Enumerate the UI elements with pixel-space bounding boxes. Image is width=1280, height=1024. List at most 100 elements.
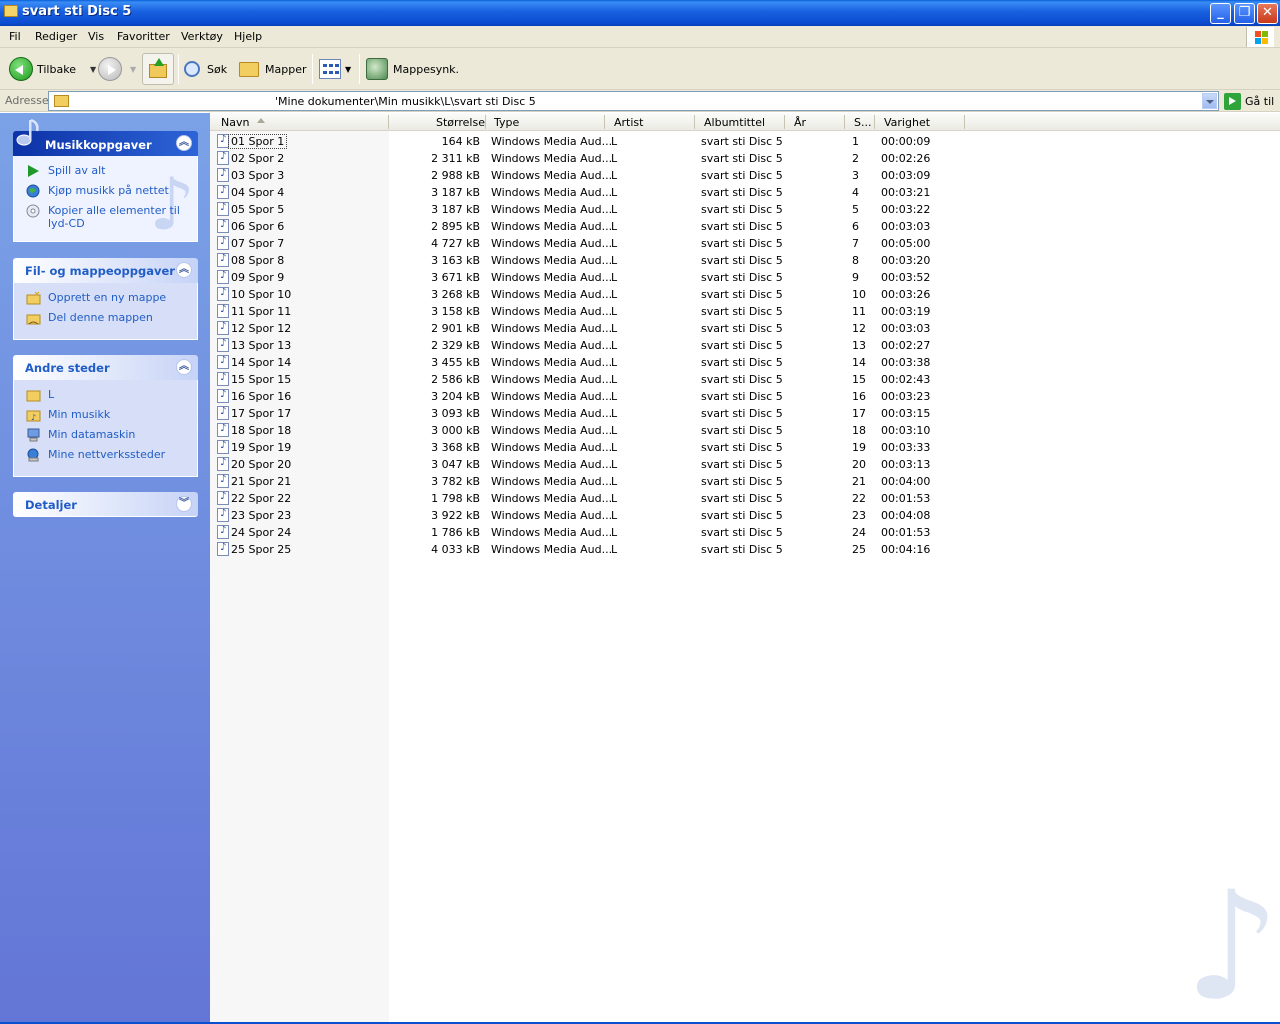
column-divider[interactable] <box>844 115 845 129</box>
back-button[interactable]: Tilbake ▼ <box>9 54 96 84</box>
file-row[interactable]: 16 Spor 16 3 204 kB Windows Media Aud...Ls… <box>210 388 970 405</box>
file-row[interactable]: 12 Spor 12 2 901 kB Windows Media Aud...Ls… <box>210 320 970 337</box>
title-bar[interactable]: svart sti Disc 5 _ ❐ ✕ <box>0 0 1280 26</box>
file-list-view[interactable]: Navn Størrelse Type Artist Albumtittel Å… <box>210 113 1280 1022</box>
chevron-down-icon[interactable]: ▼ <box>90 65 96 74</box>
file-row[interactable]: 19 Spor 19 3 368 kB Windows Media Aud...Ls… <box>210 439 970 456</box>
file-row[interactable]: 07 Spor 7 4 727 kB Windows Media Aud...Lsv… <box>210 235 970 252</box>
column-divider[interactable] <box>964 115 965 129</box>
file-size: 3 187 kB <box>431 186 480 199</box>
column-divider[interactable] <box>388 115 389 129</box>
chevron-down-icon[interactable]: ▼ <box>130 65 136 74</box>
column-divider[interactable] <box>694 115 695 129</box>
menu-edit[interactable]: Rediger <box>35 30 77 43</box>
file-name: 21 Spor 21 <box>231 475 292 488</box>
file-row[interactable]: 18 Spor 18 3 000 kB Windows Media Aud...Ls… <box>210 422 970 439</box>
file-name: 03 Spor 3 <box>231 169 285 182</box>
file-row[interactable]: 25 Spor 25 4 033 kB Windows Media Aud...Ls… <box>210 541 970 558</box>
file-name: 06 Spor 6 <box>231 220 285 233</box>
menu-file[interactable]: Fil <box>9 30 21 43</box>
file-row[interactable]: 17 Spor 17 3 093 kB Windows Media Aud...Ls… <box>210 405 970 422</box>
other-places-header[interactable]: Andre steder ︽ <box>13 355 198 380</box>
address-input[interactable]: 'Mine dokumenter\Min musikk\L\svart sti … <box>48 91 1219 111</box>
chevron-down-icon[interactable]: ▼ <box>345 65 351 74</box>
column-year[interactable]: År <box>794 116 806 129</box>
file-duration: 00:03:10 <box>881 424 931 437</box>
file-folder-tasks-header[interactable]: Fil- og mappeoppgaver ︽ <box>13 258 198 283</box>
file-row[interactable]: 13 Spor 13 2 329 kB Windows Media Aud...Ls… <box>210 337 970 354</box>
column-album[interactable]: Albumtittel <box>704 116 765 129</box>
share-folder-link[interactable]: Del denne mappen <box>24 311 197 331</box>
file-row[interactable]: 14 Spor 14 3 455 kB Windows Media Aud...Ls… <box>210 354 970 371</box>
file-row[interactable]: 01 Spor 1 164 kB Windows Media Aud...Lsvar… <box>210 133 970 150</box>
column-track[interactable]: S... <box>854 116 871 129</box>
new-folder-link[interactable]: Opprett en ny mappe <box>24 291 197 311</box>
column-artist[interactable]: Artist <box>614 116 643 129</box>
file-type: Windows Media Aud... <box>491 407 613 420</box>
collapse-icon[interactable]: ︽ <box>176 262 192 278</box>
file-row[interactable]: 15 Spor 15 2 586 kB Windows Media Aud...Ls… <box>210 371 970 388</box>
restore-button[interactable]: ❐ <box>1234 3 1255 24</box>
menu-tools[interactable]: Verktøy <box>181 30 223 43</box>
file-row[interactable]: 09 Spor 9 3 671 kB Windows Media Aud...Lsv… <box>210 269 970 286</box>
network-places-link[interactable]: Mine nettverkssteder <box>24 448 197 468</box>
expand-icon[interactable]: ︾ <box>176 496 192 512</box>
copy-to-cd-link[interactable]: Kopier alle elementer til lyd-CD <box>24 204 197 230</box>
file-artist: L <box>611 390 618 403</box>
column-name[interactable]: Navn <box>221 116 249 129</box>
play-all-link[interactable]: Spill av alt <box>24 164 197 184</box>
column-divider[interactable] <box>485 115 486 129</box>
search-button[interactable]: Søk <box>184 54 227 84</box>
folders-button[interactable]: Mapper <box>239 54 307 84</box>
file-row[interactable]: 20 Spor 20 3 047 kB Windows Media Aud...Ls… <box>210 456 970 473</box>
column-size[interactable]: Størrelse <box>436 116 485 129</box>
place-l-link[interactable]: L <box>24 388 197 408</box>
collapse-icon[interactable]: ︽ <box>176 135 192 151</box>
music-tasks-header[interactable]: Musikkoppgaver ︽ <box>13 118 198 156</box>
column-divider[interactable] <box>874 115 875 129</box>
collapse-icon[interactable]: ︽ <box>176 359 192 375</box>
file-row[interactable]: 21 Spor 21 3 782 kB Windows Media Aud...Ls… <box>210 473 970 490</box>
file-row[interactable]: 11 Spor 11 3 158 kB Windows Media Aud...Ls… <box>210 303 970 320</box>
file-artist: L <box>611 220 618 233</box>
file-album: svart sti Disc 5 <box>701 254 783 267</box>
address-dropdown-button[interactable] <box>1202 93 1217 109</box>
menu-help[interactable]: Hjelp <box>234 30 262 43</box>
menu-view[interactable]: Vis <box>88 30 104 43</box>
file-row[interactable]: 22 Spor 22 1 798 kB Windows Media Aud...Ls… <box>210 490 970 507</box>
close-button[interactable]: ✕ <box>1257 3 1278 24</box>
file-album: svart sti Disc 5 <box>701 356 783 369</box>
details-header[interactable]: Detaljer ︾ <box>13 492 198 517</box>
buy-music-link[interactable]: Kjøp musikk på nettet <box>24 184 197 204</box>
file-row[interactable]: 04 Spor 4 3 187 kB Windows Media Aud...Lsv… <box>210 184 970 201</box>
file-duration: 00:03:13 <box>881 458 931 471</box>
file-row[interactable]: 08 Spor 8 3 163 kB Windows Media Aud...Lsv… <box>210 252 970 269</box>
column-type[interactable]: Type <box>494 116 519 129</box>
file-row[interactable]: 23 Spor 23 3 922 kB Windows Media Aud...Ls… <box>210 507 970 524</box>
file-row[interactable]: 24 Spor 24 1 786 kB Windows Media Aud...Ls… <box>210 524 970 541</box>
file-row[interactable]: 10 Spor 10 3 268 kB Windows Media Aud...Ls… <box>210 286 970 303</box>
file-row[interactable]: 05 Spor 5 3 187 kB Windows Media Aud...Lsv… <box>210 201 970 218</box>
audio-file-icon <box>217 406 229 420</box>
my-music-link[interactable]: ♪ Min musikk <box>24 408 197 428</box>
file-row[interactable]: 02 Spor 2 2 311 kB Windows Media Aud...Lsv… <box>210 150 970 167</box>
file-row[interactable]: 06 Spor 6 2 895 kB Windows Media Aud...Lsv… <box>210 218 970 235</box>
up-folder-button[interactable] <box>142 53 174 85</box>
column-duration[interactable]: Varighet <box>884 116 930 129</box>
file-type: Windows Media Aud... <box>491 135 613 148</box>
file-size: 4 727 kB <box>431 237 480 250</box>
file-album: svart sti Disc 5 <box>701 271 783 284</box>
forward-button[interactable]: ▼ <box>98 54 136 84</box>
file-artist: L <box>611 322 618 335</box>
file-size: 1 786 kB <box>431 526 480 539</box>
my-computer-link[interactable]: Min datamaskin <box>24 428 197 448</box>
minimize-button[interactable]: _ <box>1210 3 1231 24</box>
folder-sync-button[interactable]: Mappesynk. <box>366 54 459 84</box>
views-button[interactable]: ▼ <box>319 54 351 84</box>
go-button[interactable]: Gå til <box>1224 92 1274 110</box>
file-row[interactable]: 03 Spor 3 2 988 kB Windows Media Aud...Lsv… <box>210 167 970 184</box>
column-divider[interactable] <box>784 115 785 129</box>
menu-favorites[interactable]: Favoritter <box>117 30 170 43</box>
file-track: 8 <box>852 254 859 267</box>
column-divider[interactable] <box>604 115 605 129</box>
